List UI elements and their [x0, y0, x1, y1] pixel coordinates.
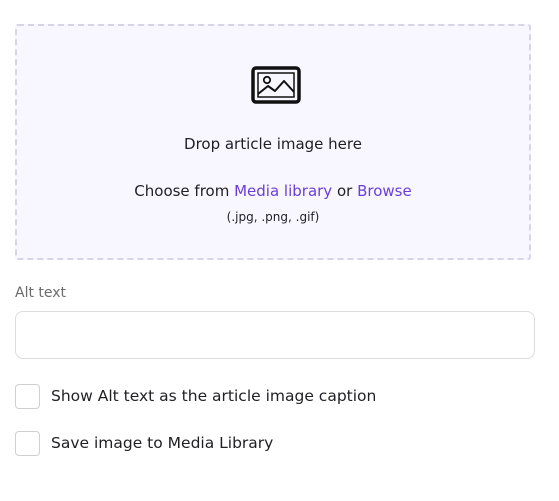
allowed-formats: (.jpg, .png, .gif): [226, 210, 320, 224]
image-dropzone[interactable]: Drop article image here Choose from Medi…: [15, 24, 531, 260]
or-text: or: [332, 182, 358, 200]
alt-text-input[interactable]: [15, 311, 535, 359]
alt-text-label: Alt text: [15, 285, 67, 301]
image-icon: [251, 66, 301, 104]
choose-prefix: Choose from: [134, 182, 235, 200]
browse-link[interactable]: Browse: [357, 182, 412, 200]
save-to-library-option[interactable]: Save image to Media Library: [15, 430, 273, 456]
show-caption-option[interactable]: Show Alt text as the article image capti…: [15, 383, 376, 409]
save-to-library-label: Save image to Media Library: [51, 434, 274, 452]
save-to-library-checkbox[interactable]: [15, 430, 40, 456]
media-library-link[interactable]: Media library: [234, 182, 332, 200]
show-caption-label: Show Alt text as the article image capti…: [51, 387, 377, 405]
choose-source-line: Choose from Media library or Browse: [17, 182, 529, 200]
dropzone-title: Drop article image here: [184, 135, 362, 153]
show-caption-checkbox[interactable]: [15, 383, 40, 409]
